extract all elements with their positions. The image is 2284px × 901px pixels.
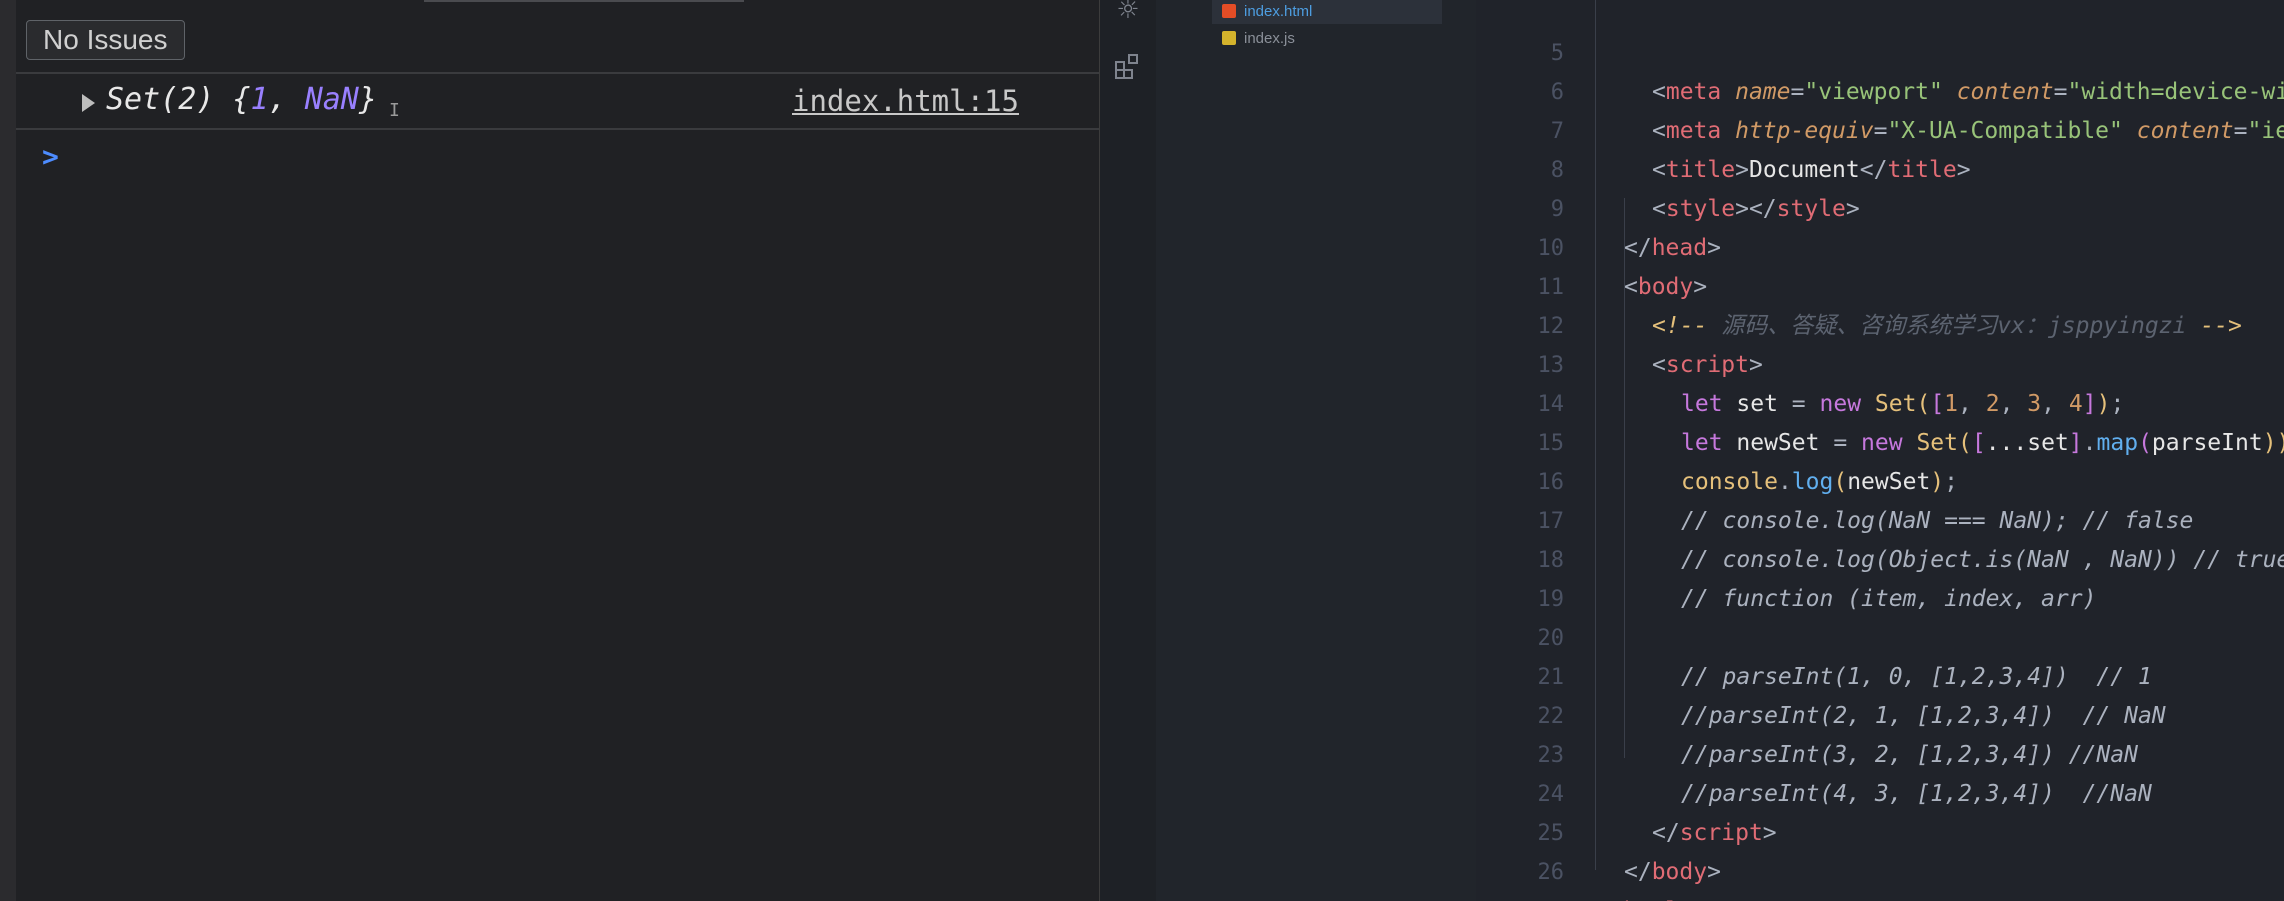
set-suffix: } [358,82,377,117]
code-line[interactable]: 19 [1476,541,2284,612]
code-line[interactable]: 21 //parseInt(2, 1, [1,2,3,4]) // NaN [1476,619,2284,729]
code-line[interactable]: 26 </html> [1476,814,2284,901]
console-prompt[interactable]: > [42,140,59,173]
code-line[interactable]: 23 //parseInt(4, 3, [1,2,3,4]) //NaN [1476,697,2284,807]
code-line[interactable]: 17 // console.log(Object.is(NaN , NaN)) … [1476,463,2284,573]
debug-icon[interactable]: ☼ [1112,0,1144,26]
code-line[interactable]: 5 <meta name="viewport" content="width=d… [1476,0,2284,105]
file-name: index.js [1244,30,1295,47]
code-line[interactable]: 8 <style></style> [1476,112,2284,222]
html-file-icon [1222,4,1236,18]
code-line[interactable]: 7 <title>Document</title> [1476,73,2284,183]
code-line[interactable]: 13 let set = new Set([1, 2, 3, 4]); [1476,307,2284,417]
line-number: 27 [1476,892,1565,901]
code-line[interactable]: 18 // function (item, index, arr) [1476,502,2284,612]
toolbar-divider [424,0,744,2]
source-link[interactable]: index.html:15 [792,84,1019,118]
panel-edge [0,0,16,901]
set-prefix: Set(2) { [106,82,251,117]
console-log-row: Set(2) {1, NaN} I index.html:15 [16,72,1099,130]
text-cursor-icon: I [389,100,400,121]
activity-bar: ☼ [1100,0,1156,901]
set-value-2: NaN [304,82,359,117]
code-line[interactable]: 14 let newSet = new Set([...set].map(par… [1476,346,2284,456]
js-file-icon [1222,31,1236,45]
set-separator: , [268,82,305,117]
code-line[interactable]: 27 [1476,853,2284,901]
file-name: index.html [1244,3,1313,20]
explorer-file-index-html[interactable]: index.html [1212,0,1442,24]
explorer-file-index-js[interactable]: index.js [1212,27,1442,51]
code-line[interactable]: 6 <meta http-equiv="X-UA-Compatible" con… [1476,34,2284,144]
code-line[interactable]: 20 // parseInt(1, 0, [1,2,3,4]) // 1 [1476,580,2284,690]
code-line[interactable]: 25 </body> [1476,775,2284,885]
code-line[interactable]: 16 // console.log(NaN === NaN); // false [1476,424,2284,534]
code-line[interactable]: 11 <!-- 源码、答疑、咨询系统学习vx：jsppyingzi --> [1476,229,2284,339]
console-toolbar: No Issues [16,0,1099,74]
file-explorer: index.html index.js [1156,0,1476,901]
code-line[interactable]: 24 </script> [1476,736,2284,846]
log-object-preview[interactable]: Set(2) {1, NaN} [106,82,377,117]
expand-triangle-icon[interactable] [82,94,95,112]
code-line[interactable]: 10 <body> [1476,190,2284,300]
extensions-icon[interactable] [1112,52,1144,84]
no-issues-button[interactable]: No Issues [26,20,185,60]
code-line[interactable]: 9 </head> [1476,151,2284,261]
vscode-window: ☼ index.html index.js 5 <meta name="view… [1100,0,2284,901]
code-line[interactable]: 12 <script> [1476,268,2284,378]
code-line[interactable]: 22 //parseInt(3, 2, [1,2,3,4]) //NaN [1476,658,2284,768]
devtools-console-panel: No Issues Set(2) {1, NaN} I index.html:1… [0,0,1100,901]
code-line[interactable]: 15 console.log(newSet); [1476,385,2284,495]
code-editor[interactable]: 5 <meta name="viewport" content="width=d… [1476,0,2284,901]
set-value-1: 1 [250,82,269,117]
